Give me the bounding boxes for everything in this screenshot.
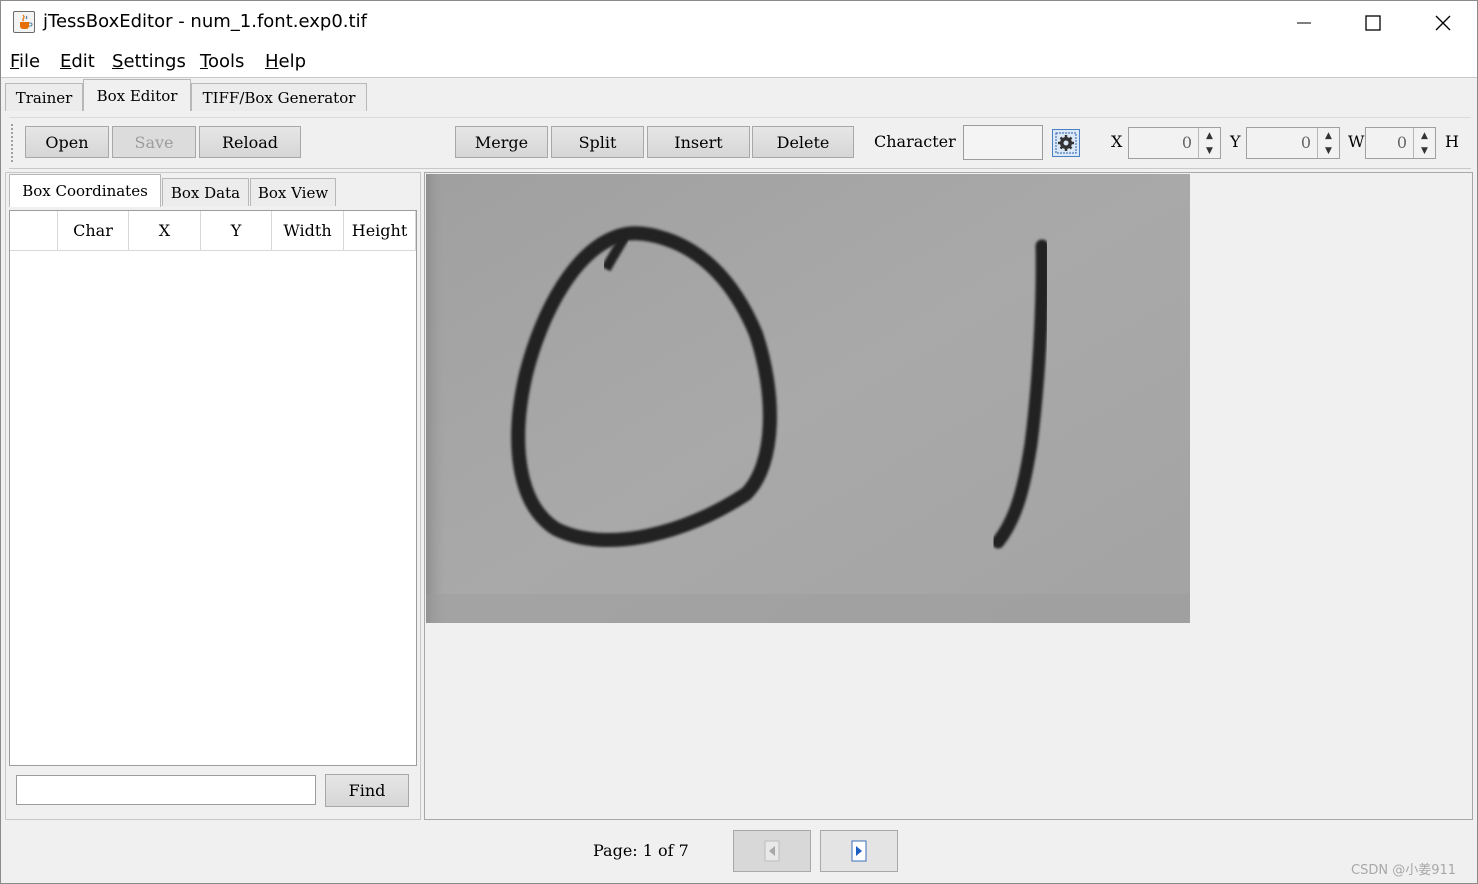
x-label: X: [1111, 132, 1123, 151]
image-viewer[interactable]: [424, 172, 1473, 820]
column-header-width[interactable]: Width: [272, 211, 344, 251]
spinner-up-icon[interactable]: ▲: [1318, 128, 1339, 143]
insert-button[interactable]: Insert: [647, 126, 750, 158]
y-value: 0: [1300, 133, 1311, 152]
next-page-button[interactable]: [820, 830, 898, 872]
y-label: Y: [1230, 132, 1241, 151]
spinner-up-icon[interactable]: ▲: [1199, 128, 1220, 143]
y-spinner[interactable]: 0 ▲ ▼: [1246, 127, 1340, 159]
page-indicator: Page: 1 of 7: [593, 841, 689, 860]
menu-bar: File Edit Settings Tools Help: [1, 45, 1477, 78]
column-header-y[interactable]: Y: [201, 211, 272, 251]
next-page-icon: [851, 840, 867, 862]
x-value: 0: [1181, 133, 1192, 152]
previous-page-icon: [764, 840, 780, 862]
column-header-height[interactable]: Height: [344, 211, 416, 251]
watermark: CSDN @小姜911: [1351, 863, 1457, 878]
menu-file[interactable]: File: [10, 51, 40, 72]
gear-icon: [1055, 132, 1077, 154]
save-button[interactable]: Save: [112, 126, 196, 158]
minimize-icon: [1297, 22, 1311, 24]
maximize-button[interactable]: [1338, 1, 1408, 45]
open-button[interactable]: Open: [25, 126, 109, 158]
menu-tools[interactable]: Tools: [200, 51, 244, 72]
merge-button[interactable]: Merge: [455, 126, 548, 158]
spinner-down-icon[interactable]: ▼: [1199, 143, 1220, 158]
tab-tiff-box-generator[interactable]: TIFF/Box Generator: [191, 83, 367, 111]
w-label: W: [1348, 132, 1365, 151]
maximize-icon: [1365, 15, 1381, 31]
x-spinner[interactable]: 0 ▲ ▼: [1128, 127, 1221, 159]
char-select-button[interactable]: [1052, 129, 1080, 157]
java-coffee-icon: [13, 11, 35, 33]
previous-page-button[interactable]: [733, 830, 811, 872]
reload-button[interactable]: Reload: [199, 126, 301, 158]
w-value: 0: [1396, 133, 1407, 152]
spinner-down-icon[interactable]: ▼: [1318, 143, 1339, 158]
split-button[interactable]: Split: [551, 126, 644, 158]
table-header: Char X Y Width Height: [10, 211, 416, 251]
spinner-down-icon[interactable]: ▼: [1414, 143, 1435, 158]
menu-edit[interactable]: Edit: [60, 51, 95, 72]
h-label: H: [1445, 132, 1459, 151]
tab-box-coordinates[interactable]: Box Coordinates: [9, 174, 161, 207]
find-button[interactable]: Find: [325, 774, 409, 807]
w-spinner[interactable]: 0 ▲ ▼: [1365, 127, 1436, 159]
delete-button[interactable]: Delete: [752, 126, 854, 158]
column-header-index[interactable]: [10, 211, 58, 251]
find-input[interactable]: [16, 775, 316, 805]
title-bar: jTessBoxEditor - num_1.font.exp0.tif: [1, 1, 1477, 45]
column-header-x[interactable]: X: [129, 211, 201, 251]
column-header-char[interactable]: Char: [58, 211, 129, 251]
menu-settings[interactable]: Settings: [112, 51, 186, 72]
toolbar-grip[interactable]: [11, 124, 15, 162]
close-icon: [1435, 15, 1451, 31]
window-title: jTessBoxEditor - num_1.font.exp0.tif: [43, 11, 367, 32]
tab-trainer[interactable]: Trainer: [5, 83, 83, 111]
spinner-up-icon[interactable]: ▲: [1414, 128, 1435, 143]
app-window: jTessBoxEditor - num_1.font.exp0.tif Fil…: [0, 0, 1478, 884]
box-coordinates-table[interactable]: Char X Y Width Height: [9, 210, 417, 766]
menu-help[interactable]: Help: [265, 51, 306, 72]
character-input[interactable]: [963, 125, 1043, 160]
close-button[interactable]: [1408, 1, 1478, 45]
tab-box-data[interactable]: Box Data: [162, 178, 249, 206]
minimize-button[interactable]: [1269, 1, 1339, 45]
tab-box-editor[interactable]: Box Editor: [83, 79, 191, 111]
character-label: Character: [874, 132, 956, 151]
handwritten-digits-image[interactable]: [426, 174, 1190, 623]
tab-box-view[interactable]: Box View: [250, 178, 336, 206]
